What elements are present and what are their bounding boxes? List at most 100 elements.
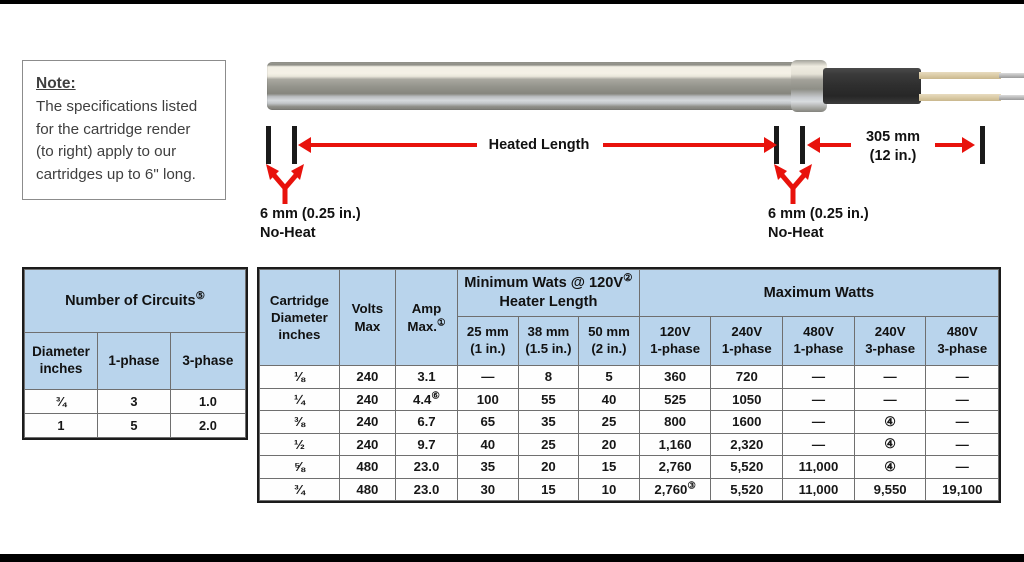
specs-mw240-1-l1: 240V xyxy=(731,324,763,340)
specs-r5-mw240-3: 9,550 xyxy=(853,477,927,501)
specs-r1-amp-superscript: ⑥ xyxy=(431,390,440,402)
specs-r0-mw240-3: — xyxy=(853,365,927,389)
note-line-1: The specifications listed xyxy=(36,98,198,116)
table-row: 1 5 2.0 xyxy=(24,413,247,438)
circuits-r0-1phase: 3 xyxy=(96,389,171,414)
specs-r3-mw240-1: 2,320 xyxy=(710,432,784,456)
specs-r5-diameter: ¾ xyxy=(259,477,340,501)
specs-r5-volts: 480 xyxy=(338,477,396,501)
specs-col-240v-1phase: 240V 1-phase xyxy=(710,316,784,366)
specs-amp-l1: Amp xyxy=(411,301,442,317)
heated-length-arrow-right xyxy=(764,137,777,153)
specs-r1-volts: 240 xyxy=(338,387,396,411)
specs-r0-w25: — xyxy=(457,365,519,389)
specs-r5-mw120-superscript: ③ xyxy=(687,480,696,492)
circuits-title: Number of Circuits xyxy=(65,293,196,309)
specs-r5-mw480-1: 11,000 xyxy=(782,477,855,501)
circuits-header-row: Diameter inches 1-phase 3-phase xyxy=(24,332,247,390)
specs-r2-w25: 65 xyxy=(457,410,519,434)
table-row: ⅝ 480 23.0 35 20 15 2,760 5,520 11,000 ④ — xyxy=(259,455,999,479)
lead-length-mm: 305 mm xyxy=(865,129,920,145)
specs-r2-diameter: ⅜ xyxy=(259,410,340,434)
note-title: Note: xyxy=(36,75,76,92)
specs-amp-superscript: ① xyxy=(436,317,446,329)
specs-len38-l2: (1.5 in.) xyxy=(525,341,572,356)
specifications-table-body: ⅛ 240 3.1—8 5 360 720— — — ¼ 240 4.4⑥ 100 55 40 525 105… xyxy=(259,365,999,501)
specs-r5-mw120: 2,760③ xyxy=(638,477,712,501)
table-row: ¾ 480 23.0 30 15 10 2,760③ 5,520 11,000 9,550 19,1… xyxy=(259,477,999,501)
specs-r0-amp: 3.1 xyxy=(394,365,459,389)
specs-r1-mw120: 525 xyxy=(638,387,712,411)
specs-r5-amp: 23.0 xyxy=(394,477,459,501)
circuits-col-1phase: 1-phase xyxy=(96,332,171,390)
specs-r4-w50: 15 xyxy=(578,455,640,479)
specs-mw240-3-l1: 240V xyxy=(874,324,906,340)
specs-r2-amp: 6.7 xyxy=(394,410,459,434)
specs-r4-mw240-1: 5,520 xyxy=(710,455,784,479)
specs-r1-mw240-1: 1050 xyxy=(710,387,784,411)
no-heat-left-pointer-icon xyxy=(266,164,304,204)
specs-r4-mw480-3: — xyxy=(925,455,999,479)
specs-r3-mw120: 1,160 xyxy=(638,432,712,456)
specs-mw240-1-l2: 1-phase xyxy=(721,341,772,356)
note-box: Note: The specifications listed for the … xyxy=(22,60,226,200)
circuits-r0-diameter: ¾ xyxy=(24,389,98,414)
circuits-title-row: Number of Circuits⑤ xyxy=(24,269,246,333)
circuits-col-diameter-l2: inches xyxy=(39,361,83,376)
specs-r5-w25: 30 xyxy=(457,477,519,501)
specs-r4-diameter: ⅝ xyxy=(259,455,340,479)
specs-r1-mw480-3: — xyxy=(925,387,999,411)
specs-len25-l1: 25 mm xyxy=(466,324,509,340)
tick-right-outer xyxy=(800,126,805,164)
specs-col-len-25mm: 25 mm (1 in.) xyxy=(457,316,519,366)
no-heat-right-pointer-icon xyxy=(774,164,812,204)
specs-r3-mw480-1: — xyxy=(782,432,855,456)
specs-cart-diam-l1: Cartridge xyxy=(269,292,329,308)
specs-r2-mw120: 800 xyxy=(638,410,712,434)
table-row: ¼ 240 4.4⑥ 100 55 40 525 1050— — — xyxy=(259,387,999,411)
lead-length-line-left xyxy=(819,143,851,147)
specs-r0-diameter: ⅛ xyxy=(259,365,340,389)
heated-length-line-right xyxy=(603,143,768,147)
note-line-2: for the cartridge render xyxy=(36,120,191,138)
specs-r3-diameter: ½ xyxy=(259,432,340,456)
specs-r2-volts: 240 xyxy=(338,410,396,434)
no-heat-right-line-1: 6 mm (0.25 in.) xyxy=(768,206,869,222)
heated-length-label: Heated Length xyxy=(488,137,590,153)
specs-min-watts-superscript: ② xyxy=(623,272,633,285)
specs-r0-w50: 5 xyxy=(578,365,640,389)
specs-mw480-1-l1: 480V xyxy=(803,324,834,340)
specs-r4-amp: 23.0 xyxy=(394,455,459,479)
specs-min-watts-l1: Minimum Wats @ 120V② xyxy=(464,272,633,292)
specs-r2-mw480-1: — xyxy=(782,410,855,434)
circuits-r0-3phase: 1.0 xyxy=(169,389,247,414)
specs-r5-mw240-1: 5,520 xyxy=(710,477,784,501)
specs-r2-mw240-1: 1600 xyxy=(710,410,784,434)
cartridge-heater-diagram: Heated Length 305 mm (12 in.) 6 mm (0.25… xyxy=(255,44,1024,244)
specs-r0-mw240-1: 720 xyxy=(710,365,784,389)
specs-r3-w25: 40 xyxy=(457,432,519,456)
specs-col-480v-3phase: 480V 3-phase xyxy=(925,316,999,366)
specs-r3-volts: 240 xyxy=(338,432,396,456)
specs-col-len-50mm: 50 mm (2 in.) xyxy=(578,316,640,366)
specs-mw120-l1: 120V xyxy=(659,324,691,340)
circuits-col-diameter: Diameter inches xyxy=(24,332,98,390)
specs-r1-w25: 100 xyxy=(457,387,519,411)
specs-r1-diameter: ¼ xyxy=(259,387,340,411)
specs-len50-l1: 50 mm xyxy=(588,324,630,340)
no-heat-left-label: 6 mm (0.25 in.) No-Heat xyxy=(260,205,361,243)
lead-length-in: (12 in.) xyxy=(869,147,917,164)
specs-col-volts-max: Volts Max xyxy=(338,269,396,366)
specs-r4-w38: 20 xyxy=(517,455,580,479)
specs-len38-l1: 38 mm xyxy=(527,324,570,340)
specs-r0-mw480-3: — xyxy=(925,365,999,389)
cartridge-end-cap xyxy=(791,60,827,112)
specs-amp-l2: Max.① xyxy=(407,317,446,334)
circuits-table: Number of Circuits⑤ Diameter inches 1-ph… xyxy=(24,269,247,438)
specs-col-120v-1phase: 120V 1-phase xyxy=(638,316,712,366)
specs-r0-mw120: 360 xyxy=(638,365,712,389)
specs-cart-diam-l3: inches xyxy=(278,327,321,343)
no-heat-right-line-2: No-Heat xyxy=(768,224,824,241)
circuits-r1-diameter: 1 xyxy=(24,413,98,438)
specs-r0-volts: 240 xyxy=(338,365,396,389)
